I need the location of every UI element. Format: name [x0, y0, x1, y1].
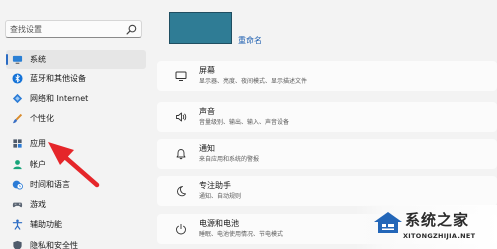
- search-icon[interactable]: [126, 24, 137, 35]
- card-subtitle: 睡眠、电池使用情况、节电模式: [199, 231, 284, 238]
- settings-card-notifications[interactable]: 通知 来自应用和系统的警报: [157, 139, 497, 169]
- system-monitor-icon: [12, 55, 23, 64]
- sidebar: 系统 蓝牙和其他设备 网络和 Internet 个性化 应用: [0, 0, 152, 249]
- power-icon: [176, 224, 186, 235]
- sidebar-item-gaming[interactable]: 游戏: [6, 195, 146, 214]
- sidebar-item-accounts[interactable]: 帐户: [6, 155, 146, 174]
- device-image: [169, 12, 232, 44]
- sidebar-item-label: 网络和 Internet: [30, 94, 89, 103]
- accessibility-icon: [12, 219, 23, 230]
- sidebar-item-apps[interactable]: 应用: [6, 134, 146, 153]
- sidebar-item-label: 帐户: [30, 160, 46, 169]
- sidebar-item-label: 个性化: [30, 114, 54, 123]
- card-title: 声音: [199, 107, 215, 116]
- card-title: 电源和电池: [199, 219, 239, 228]
- sidebar-item-accessibility[interactable]: 辅助功能: [6, 215, 146, 234]
- bluetooth-icon: [12, 73, 23, 84]
- sidebar-item-label: 应用: [30, 139, 46, 148]
- globe-clock-icon: [12, 180, 23, 190]
- apps-icon: [13, 139, 22, 148]
- card-title: 通知: [199, 144, 215, 153]
- card-title: 专注助手: [199, 181, 231, 190]
- sidebar-item-privacy[interactable]: 隐私和安全性: [6, 236, 146, 249]
- sidebar-item-label: 隐私和安全性: [30, 241, 78, 249]
- paintbrush-icon: [12, 113, 23, 124]
- shield-icon: [13, 240, 22, 249]
- card-subtitle: 通知、自动规则: [199, 193, 242, 200]
- settings-card-focus-assist[interactable]: 专注助手 通知、自动规则: [157, 176, 497, 206]
- sidebar-item-label: 系统: [30, 55, 46, 64]
- sidebar-item-system[interactable]: 系统: [6, 50, 146, 69]
- sidebar-item-bluetooth[interactable]: 蓝牙和其他设备: [6, 69, 146, 88]
- watermark-url: XITONGZHIJIA.NET: [403, 232, 476, 240]
- search-box[interactable]: [5, 20, 142, 38]
- bell-icon: [176, 149, 186, 160]
- sidebar-item-label: 蓝牙和其他设备: [30, 74, 86, 83]
- card-subtitle: 音量级别、输出、输入、声音设备: [199, 119, 290, 126]
- sidebar-item-personalization[interactable]: 个性化: [6, 109, 146, 128]
- settings-card-sound[interactable]: 声音 音量级别、输出、输入、声音设备: [157, 102, 497, 132]
- gamepad-icon: [12, 202, 23, 208]
- card-subtitle: 显示器、亮度、夜间模式、显示描述文件: [199, 78, 308, 85]
- sidebar-item-label: 游戏: [30, 200, 46, 209]
- account-icon: [13, 160, 22, 170]
- sidebar-item-network[interactable]: 网络和 Internet: [6, 89, 146, 108]
- settings-card-display[interactable]: 屏幕 显示器、亮度、夜间模式、显示描述文件: [157, 61, 497, 91]
- sidebar-item-label: 辅助功能: [30, 220, 62, 229]
- search-input[interactable]: [10, 23, 120, 36]
- network-icon: [12, 93, 23, 104]
- display-icon: [175, 71, 187, 81]
- card-subtitle: 来自应用和系统的警报: [199, 156, 260, 163]
- sidebar-item-time-language[interactable]: 时间和语言: [6, 175, 146, 194]
- house-logo-icon: [374, 212, 402, 233]
- sidebar-item-label: 时间和语言: [30, 180, 70, 189]
- card-title: 屏幕: [199, 66, 215, 75]
- rename-link[interactable]: 重命名: [238, 36, 262, 46]
- watermark-title: 系统之家: [405, 211, 470, 229]
- speaker-icon: [176, 112, 187, 122]
- watermark: 系统之家 XITONGZHIJIA.NET: [355, 205, 497, 249]
- moon-icon: [177, 186, 186, 197]
